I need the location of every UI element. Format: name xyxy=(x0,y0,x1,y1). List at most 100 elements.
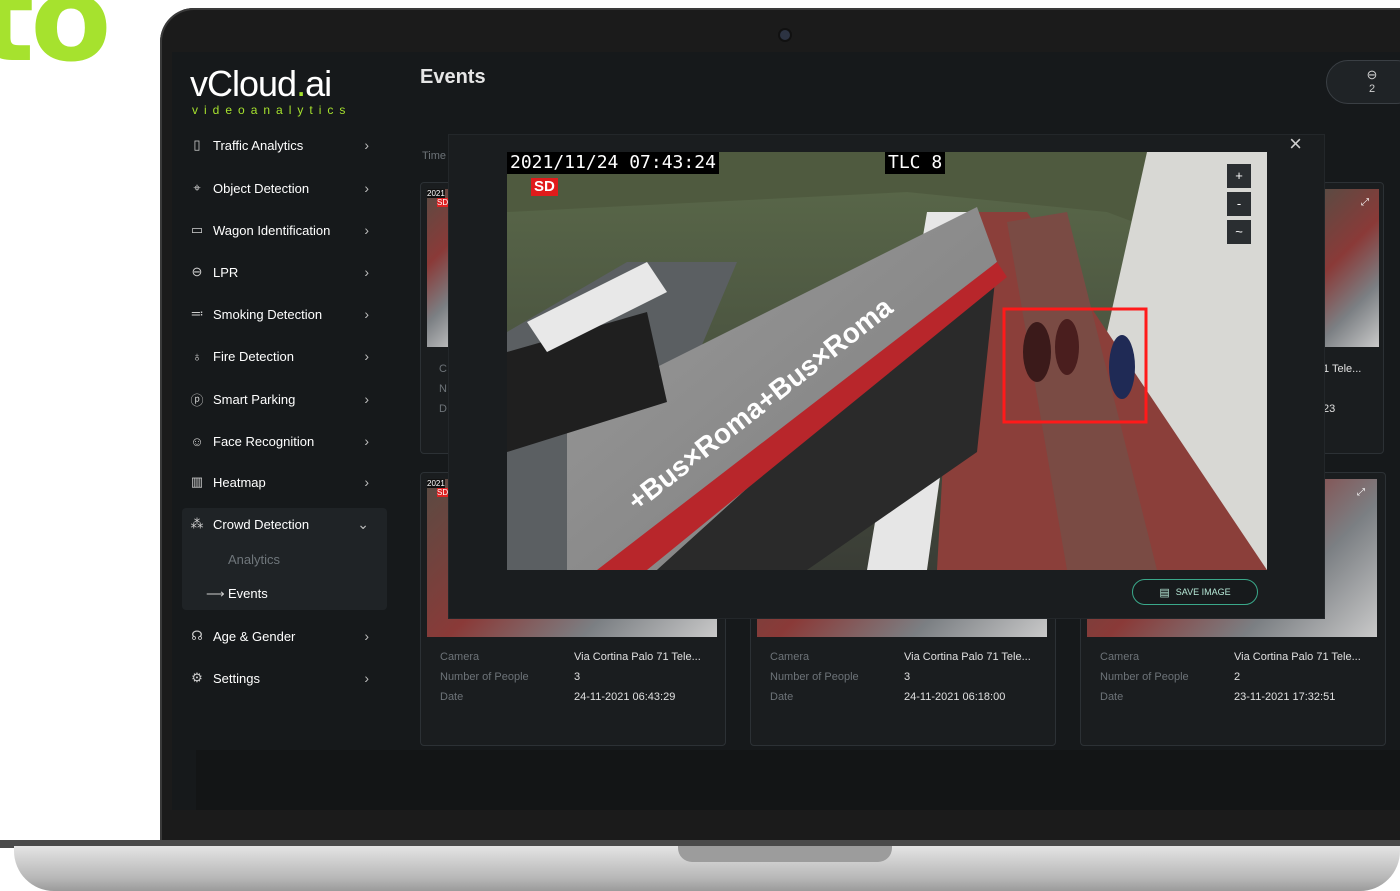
vehicle-count: 2 xyxy=(1368,83,1376,95)
sidebar-item-object-detection[interactable]: ⌖ Object Detection › xyxy=(182,171,387,205)
page-title: Events xyxy=(420,66,486,88)
card-value-people: 2 xyxy=(1234,671,1241,683)
card-field-date: Date xyxy=(440,691,464,703)
sidebar-item-traffic-analytics[interactable]: ▯ Traffic Analytics › xyxy=(182,128,387,162)
expand-icon[interactable]: ⤢ xyxy=(1357,487,1365,498)
gear-icon: ⚙ xyxy=(191,670,203,685)
chevron-right-icon: › xyxy=(364,474,369,490)
sidebar-item-label: Settings xyxy=(213,670,260,686)
sidebar-item-age-gender[interactable]: ☊ Age & Gender › xyxy=(182,619,387,653)
logo-tagline: videoanalytics xyxy=(192,103,352,117)
save-image-icon: ▤ xyxy=(1159,586,1170,599)
card-field-camera: Camera xyxy=(1100,651,1140,663)
save-image-button[interactable]: ▤ SAVE IMAGE xyxy=(1132,579,1258,605)
close-icon[interactable]: × xyxy=(1289,131,1302,157)
chevron-right-icon: › xyxy=(364,222,369,238)
card-value-date: 24-11-2021 06:43:29 xyxy=(574,691,676,703)
parking-icon: ⓟ xyxy=(190,392,204,408)
wagon-icon: ▭ xyxy=(190,222,204,237)
sidebar-item-label: Crowd Detection xyxy=(213,516,310,532)
chevron-right-icon: › xyxy=(364,348,369,364)
expand-icon[interactable]: ⤢ xyxy=(1361,197,1369,208)
event-thumbnail xyxy=(1323,189,1379,347)
laptop-opening-notch xyxy=(678,846,892,862)
event-card[interactable]: ⤢ 1 Tele... 23 xyxy=(1322,182,1384,454)
vehicle-count-badge[interactable]: ⊖ 2 xyxy=(1326,60,1400,104)
screen-footer xyxy=(196,750,1400,810)
card-field-date: Date xyxy=(1100,691,1124,703)
sidebar-item-label: Wagon Identification xyxy=(213,222,331,238)
zoom-in-button[interactable]: + xyxy=(1227,164,1251,188)
chevron-right-icon: › xyxy=(364,306,369,322)
sidebar-item-crowd-detection[interactable]: ⁂ Crowd Detection ⌄ xyxy=(182,507,387,541)
card-field-people: Number of People xyxy=(440,671,529,683)
thumbnail-timestamp: 2021 xyxy=(427,189,445,198)
chevron-right-icon: › xyxy=(364,433,369,449)
chevron-right-icon: › xyxy=(364,391,369,407)
cigarette-icon: ≕ xyxy=(190,306,204,321)
arrow-right-icon: ⟶ xyxy=(206,586,225,601)
flame-icon: ♁ xyxy=(192,348,202,364)
card-field-camera: C xyxy=(439,363,447,375)
sd-badge: SD xyxy=(437,198,449,207)
crosshair-icon: ⌖ xyxy=(193,180,201,195)
sd-badge: SD xyxy=(437,488,449,497)
webcam xyxy=(780,30,790,40)
screen: vCloud.ai videoanalytics ▯ Traffic Analy… xyxy=(172,52,1400,810)
logo-wordmark: vCloud.ai xyxy=(190,63,332,104)
card-value-date: 24-11-2021 06:18:00 xyxy=(904,691,1006,703)
card-value-camera: Via Cortina Palo 71 Tele... xyxy=(1234,651,1361,663)
sidebar-item-label: Fire Detection xyxy=(213,348,294,364)
card-value-people: 3 xyxy=(904,671,911,683)
sd-badge: SD xyxy=(531,178,558,196)
card-field-camera: Camera xyxy=(440,651,480,663)
sidebar-item-smoking-detection[interactable]: ≕ Smoking Detection › xyxy=(182,297,387,331)
sidebar-item-lpr[interactable]: ⊖ LPR › xyxy=(182,255,387,289)
card-value-people: 3 xyxy=(574,671,581,683)
card-value-camera: Via Cortina Palo 71 Tele... xyxy=(904,651,1031,663)
sidebar-item-smart-parking[interactable]: ⓟ Smart Parking › xyxy=(182,382,387,416)
card-value-camera: Via Cortina Palo 71 Tele... xyxy=(574,651,701,663)
chevron-right-icon: › xyxy=(364,180,369,196)
thumbnail-timestamp: 2021 xyxy=(427,479,445,488)
card-value-date: 23-11-2021 17:32:51 xyxy=(1234,691,1336,703)
map-icon: ▥ xyxy=(190,474,204,489)
sidebar-item-label: Heatmap xyxy=(213,474,266,490)
sidebar-item-label: Traffic Analytics xyxy=(213,137,304,153)
sidebar-item-settings[interactable]: ⚙ Settings › xyxy=(182,661,387,695)
people-icon: ☊ xyxy=(191,628,203,643)
zoom-reset-button[interactable]: ~ xyxy=(1227,220,1251,244)
sidebar-item-face-recognition[interactable]: ☺ Face Recognition › xyxy=(182,424,387,458)
crowd-icon: ⁂ xyxy=(190,516,204,531)
event-image: +Bus×Roma+Bus×Roma 2021/11/24 07:43:24 T… xyxy=(507,152,1267,570)
chevron-down-icon: ⌄ xyxy=(357,515,369,532)
event-image-modal: × +Bus×Roma+Bus×Roma 2021/11/24 07:43:24… xyxy=(448,131,1325,619)
card-field-people: Number of People xyxy=(770,671,859,683)
chevron-right-icon: › xyxy=(364,137,369,153)
brand-fragment: to xyxy=(0,0,111,88)
time-filter-label: Time xyxy=(422,150,447,162)
sidebar-item-label: Face Recognition xyxy=(213,433,315,449)
logo: vCloud.ai videoanalytics xyxy=(190,63,380,118)
sidebar-item-label: Object Detection xyxy=(213,180,310,196)
sidebar-item-wagon-identification[interactable]: ▭ Wagon Identification › xyxy=(182,213,387,247)
car-icon: ⊖ xyxy=(1366,67,1378,82)
sidebar-item-label: Smart Parking xyxy=(213,391,296,407)
card-field-people: Number of People xyxy=(1100,671,1189,683)
sidebar-item-label: Age & Gender xyxy=(213,628,296,644)
card-field-date: D xyxy=(439,403,447,415)
sidebar-item-label: LPR xyxy=(213,264,239,280)
chevron-right-icon: › xyxy=(364,264,369,280)
sidebar-subitem-events[interactable]: ⟶ Events xyxy=(206,586,268,601)
car-icon: ⊖ xyxy=(191,264,203,279)
camera-tag: TLC 8 xyxy=(885,152,946,174)
card-field-date: Date xyxy=(770,691,794,703)
sidebar-subitem-label: Events xyxy=(228,586,268,601)
sidebar-item-heatmap[interactable]: ▥ Heatmap › xyxy=(182,465,387,499)
save-image-label: SAVE IMAGE xyxy=(1175,587,1231,597)
camera-frame: +Bus×Roma+Bus×Roma xyxy=(507,152,1267,570)
zoom-out-button[interactable]: - xyxy=(1227,192,1251,216)
chevron-right-icon: › xyxy=(364,628,369,644)
sidebar-subitem-analytics[interactable]: Analytics xyxy=(228,552,280,567)
sidebar-item-fire-detection[interactable]: ♁ Fire Detection › xyxy=(182,339,387,373)
